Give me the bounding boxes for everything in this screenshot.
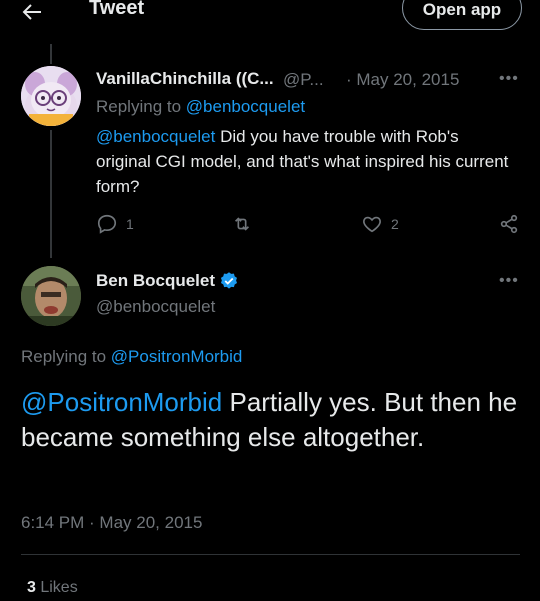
tweet-text: @benbocquelet Did you have trouble with … xyxy=(96,124,516,199)
verified-badge-icon xyxy=(220,272,238,289)
top-bar: Tweet Open app xyxy=(0,0,540,36)
reply-bubble-icon xyxy=(97,214,117,234)
replying-to-link[interactable]: @benbocquelet xyxy=(186,97,305,116)
divider xyxy=(21,554,520,555)
replying-to: Replying to @PositronMorbid xyxy=(21,347,242,367)
heart-icon xyxy=(363,216,381,233)
retweet-icon xyxy=(234,217,250,231)
tweet-date[interactable]: · May 20, 2015 xyxy=(346,70,459,90)
likes-label: Likes xyxy=(35,579,78,596)
more-horizontal-icon[interactable]: ••• xyxy=(499,272,519,290)
author-name[interactable]: VanillaChinchilla ((C... xyxy=(96,69,274,89)
arrow-left-icon[interactable] xyxy=(20,0,44,24)
author-handle[interactable]: @P... xyxy=(283,70,324,90)
more-horizontal-icon[interactable]: ••• xyxy=(499,70,519,88)
like-count: 2 xyxy=(391,216,399,232)
replying-prefix: Replying to xyxy=(96,97,186,116)
author-handle[interactable]: @benbocquelet xyxy=(96,297,215,317)
tweet-actions: 1 2 xyxy=(96,213,521,237)
tweet-timestamp[interactable]: 6:14 PM · May 20, 2015 xyxy=(21,513,202,533)
page-title: Tweet xyxy=(89,0,145,19)
thread-line-top xyxy=(50,44,52,64)
open-app-button[interactable]: Open app xyxy=(402,0,522,30)
author-name-row: Ben Bocquelet xyxy=(96,271,239,291)
avatar[interactable] xyxy=(21,266,81,326)
replying-to: Replying to @benbocquelet xyxy=(96,97,305,117)
share-button[interactable] xyxy=(498,213,520,235)
likes-count: 3 xyxy=(27,579,36,596)
thread-line-connector xyxy=(50,130,52,258)
mention-link[interactable]: @PositronMorbid xyxy=(21,387,222,417)
author-name[interactable]: Ben Bocquelet xyxy=(96,271,215,291)
replying-prefix: Replying to xyxy=(21,347,111,366)
like-button[interactable]: 2 xyxy=(361,213,399,235)
mention-link[interactable]: @benbocquelet xyxy=(96,127,215,146)
retweet-button[interactable] xyxy=(231,213,253,235)
share-icon xyxy=(500,214,518,234)
reply-button[interactable]: 1 xyxy=(96,213,134,235)
avatar-photo xyxy=(21,266,81,326)
avatar[interactable] xyxy=(21,66,81,126)
avatar-illustration xyxy=(21,66,81,126)
reply-count: 1 xyxy=(126,216,134,232)
likes-summary[interactable]: 3 Likes xyxy=(27,579,78,597)
replying-to-link[interactable]: @PositronMorbid xyxy=(111,347,243,366)
tweet-text: @PositronMorbid Partially yes. But then … xyxy=(21,385,521,455)
